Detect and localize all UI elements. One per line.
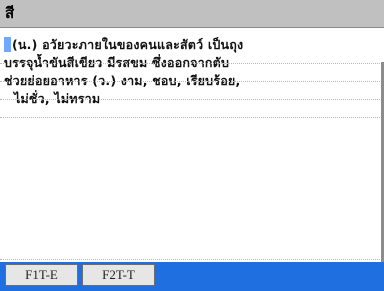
definition-panel[interactable]: (น.) อวัยวะภายในของคนและสัตว์ เป็นถุง บร…	[0, 28, 384, 286]
rule-line	[0, 99, 384, 100]
softkey-bar: F1T-E F2T-T	[0, 262, 384, 291]
text-cursor	[4, 37, 11, 52]
rule-line	[0, 81, 384, 82]
f2-thai-thai-button[interactable]: F2T-T	[82, 264, 155, 286]
headword-bar: สี	[0, 0, 384, 28]
definition-line: (น.) อวัยวะภายในของคนและสัตว์ เป็นถุง	[4, 36, 378, 54]
rule-line	[0, 117, 384, 118]
definition-line-text: (น.) อวัยวะภายในของคนและสัตว์ เป็นถุง	[12, 37, 244, 52]
rule-line	[0, 63, 384, 64]
rule-line	[0, 259, 384, 260]
f1-thai-english-button[interactable]: F1T-E	[5, 264, 78, 286]
definition-text: (น.) อวัยวะภายในของคนและสัตว์ เป็นถุง บร…	[4, 36, 378, 108]
dictionary-screen: สี (น.) อวัยวะภายในของคนและสัตว์ เป็นถุง…	[0, 0, 384, 291]
headword: สี	[5, 4, 15, 22]
